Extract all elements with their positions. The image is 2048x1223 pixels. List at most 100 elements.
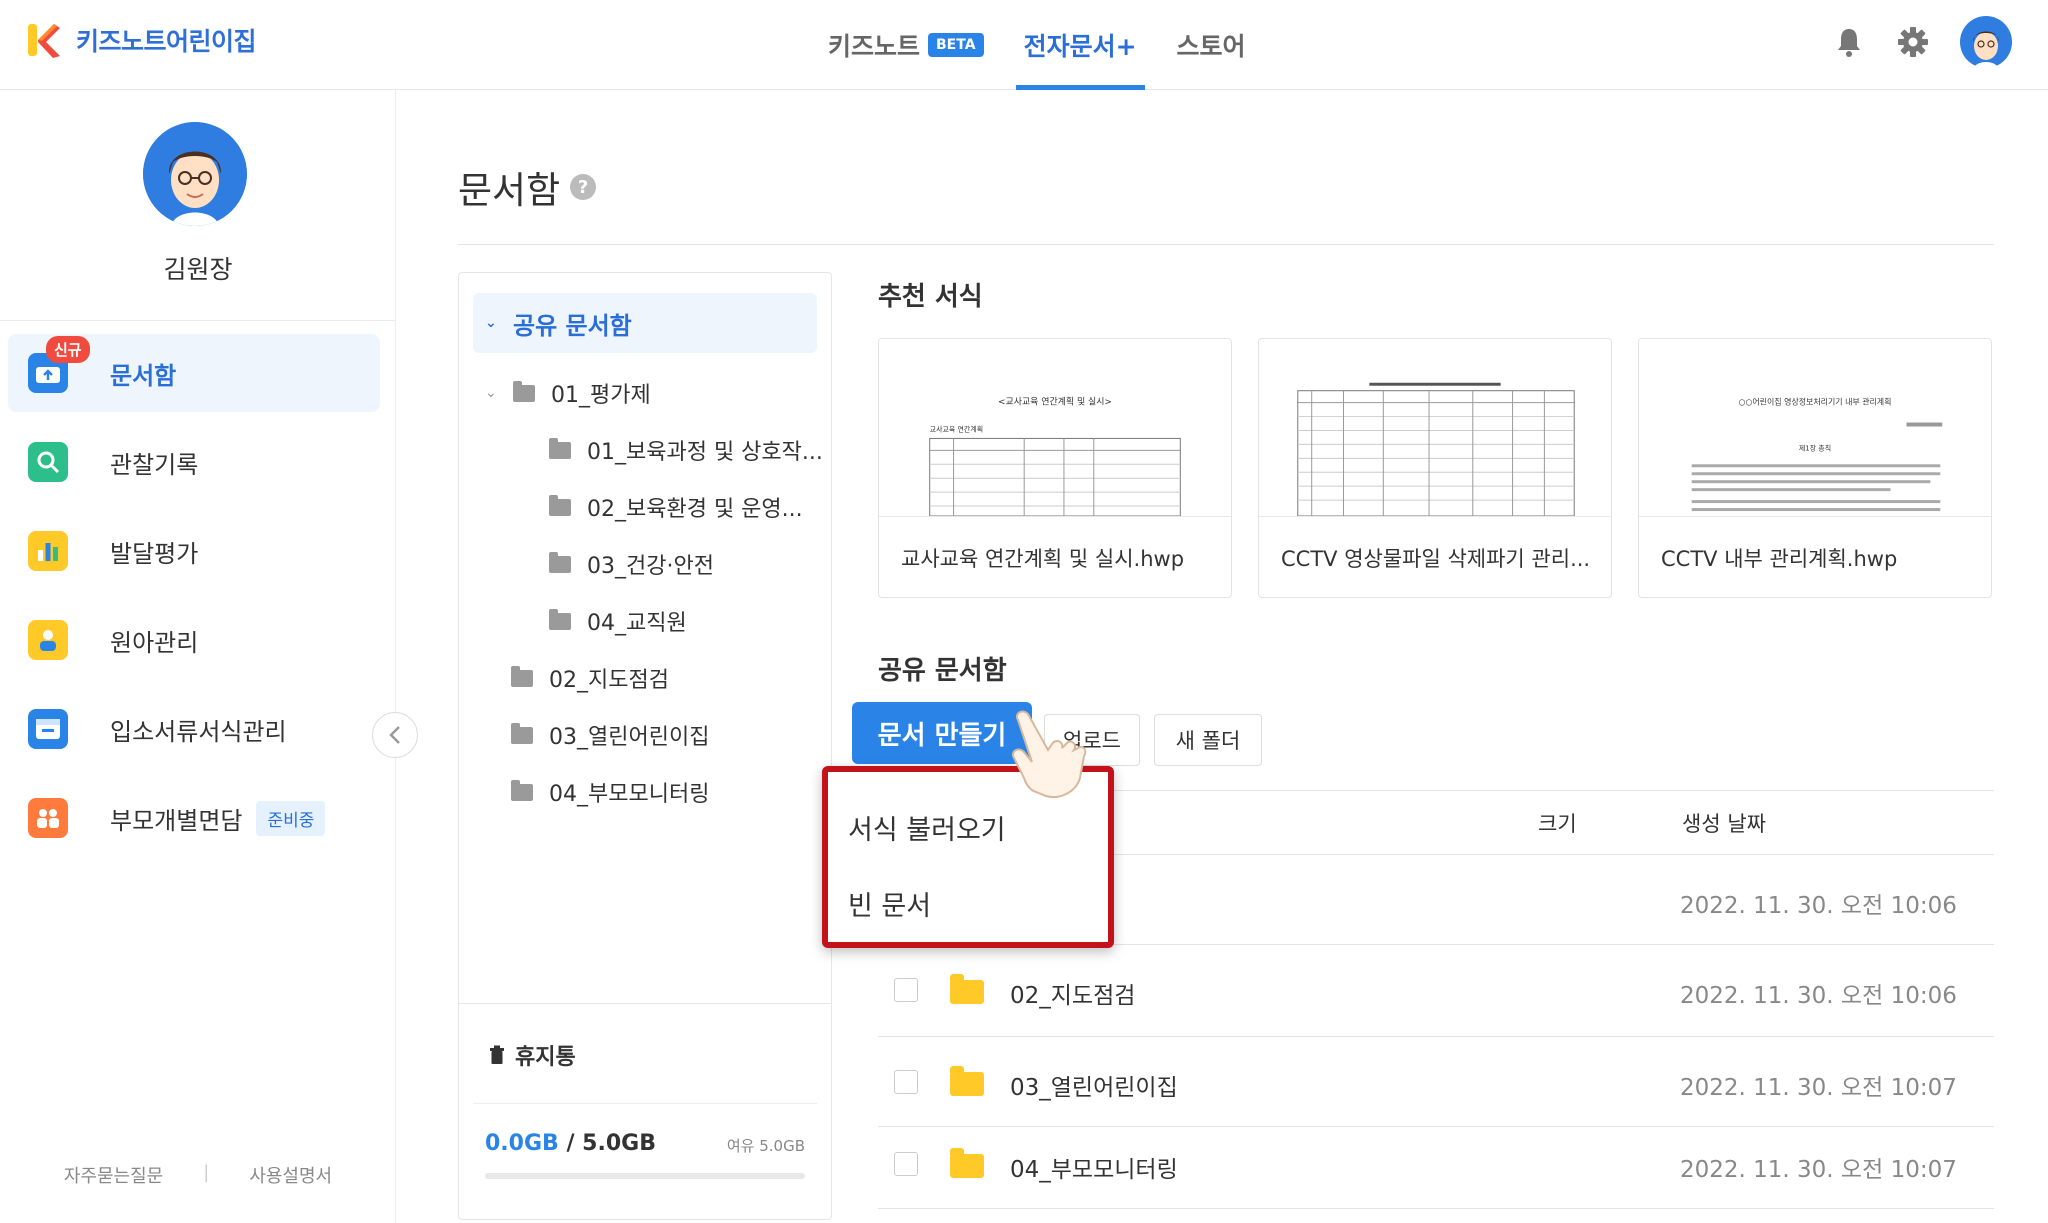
row-checkbox[interactable] <box>894 1152 918 1176</box>
tree-item-evaluation[interactable]: ⌄ 01_평가제 <box>485 377 651 409</box>
footer-separator: | <box>203 1162 210 1183</box>
menu-label-parent-interview: 부모개별면담 <box>110 806 243 835</box>
chevron-left-icon <box>389 726 400 744</box>
menu-label-development: 발달평가 <box>110 539 199 568</box>
menu-label-observation: 관찰기록 <box>110 450 199 479</box>
profile-avatar <box>143 122 247 226</box>
gear-icon[interactable] <box>1896 25 1930 59</box>
template-card-label: CCTV 내부 관리계획.hwp <box>1661 547 1898 571</box>
divider <box>0 320 396 321</box>
trash-item[interactable]: 휴지통 <box>489 1039 576 1071</box>
column-header-size[interactable]: 크기 <box>1538 808 1577 838</box>
row-checkbox[interactable] <box>894 978 918 1002</box>
menu-item-load-template[interactable]: 서식 불러오기 <box>848 808 1006 847</box>
folder-icon <box>950 1066 984 1096</box>
tree-item-label: 03_열린어린이집 <box>549 725 710 750</box>
thumb-title: <교사교육 연간계획 및 실시> <box>998 396 1112 408</box>
menu-item-children[interactable]: 원아관리 <box>8 601 380 679</box>
storage-used: 0.0GB <box>485 1131 559 1156</box>
new-folder-button[interactable]: 새 폴더 <box>1154 714 1262 766</box>
page-title-text: 문서함 <box>458 169 561 212</box>
tree-item-label: 01_평가제 <box>551 383 651 408</box>
chevron-down-icon: ⌄ <box>485 315 497 331</box>
folder-icon <box>950 1148 984 1178</box>
folder-icon <box>549 551 571 573</box>
trash-label: 휴지통 <box>515 1045 576 1070</box>
logo[interactable]: 키즈노트어린이집 <box>26 20 257 60</box>
storage-total: / 5.0GB <box>566 1131 656 1156</box>
row-name[interactable]: 04_부모모니터링 <box>1010 1150 1178 1184</box>
column-header-date[interactable]: 생성 날짜 <box>1682 808 1766 838</box>
thumb-title: ○○어린이집 영상정보처리기기 내부 관리계획 <box>1739 397 1892 407</box>
row-name[interactable]: 03_열린어린이집 <box>1010 1068 1178 1102</box>
header-actions <box>1832 16 2012 68</box>
tree-root-shared[interactable]: ⌄ 공유 문서함 <box>473 293 817 353</box>
tree-item-curriculum[interactable]: 01_보육과정 및 상호작... <box>549 434 823 466</box>
side-menu: 신규 문서함 관찰기록 발달평가 원아관리 입소서류서식관리 부모개별면담 준비… <box>8 334 380 868</box>
thumb-subtitle: 교사교육 연간계획 <box>930 424 983 433</box>
divider <box>878 1208 1994 1209</box>
template-thumbnail <box>1259 339 1611 517</box>
menu-item-parent-interview[interactable]: 부모개별면담 준비중 <box>8 779 380 857</box>
bell-icon[interactable] <box>1832 25 1866 59</box>
manual-link[interactable]: 사용설명서 <box>249 1162 332 1188</box>
recommended-cards: <교사교육 연간계획 및 실시> 교사교육 연간계획 교사교육 연간계획 및 실… <box>878 338 1992 598</box>
template-card[interactable]: CCTV 영상물파일 삭제파기 관리... <box>1258 338 1612 598</box>
top-header: 키즈노트어린이집 키즈노트 BETA 전자문서+ 스토어 <box>0 0 2048 90</box>
nav-edocument[interactable]: 전자문서+ <box>1015 0 1145 90</box>
storage-free: 여유 5.0GB <box>726 1137 805 1155</box>
menu-item-development[interactable]: 발달평가 <box>8 512 380 590</box>
divider <box>473 1103 817 1104</box>
folder-icon <box>549 494 571 516</box>
folder-icon <box>549 437 571 459</box>
menu-item-forms[interactable]: 입소서류서식관리 <box>8 690 380 768</box>
tree-item-label: 02_보육환경 및 운영... <box>587 497 803 522</box>
folder-icon <box>513 380 535 402</box>
divider <box>878 1126 1994 1127</box>
template-card[interactable]: ○○어린이집 영상정보처리기기 내부 관리계획 제1장 총칙 CCTV 내부 관… <box>1638 338 1992 598</box>
folder-icon <box>511 665 533 687</box>
storage-bar <box>485 1173 805 1179</box>
nav-store-label: 스토어 <box>1176 32 1246 61</box>
template-card-label: CCTV 영상물파일 삭제파기 관리... <box>1281 547 1591 571</box>
tree-item-environment[interactable]: 02_보육환경 및 운영... <box>549 491 803 523</box>
children-icon <box>28 620 68 660</box>
faq-link[interactable]: 자주묻는질문 <box>64 1162 163 1188</box>
row-date: 2022. 11. 30. 오전 10:06 <box>1680 893 1957 919</box>
row-name[interactable]: 02_지도점검 <box>1010 976 1135 1010</box>
family-icon <box>28 798 68 838</box>
template-thumbnail: <교사교육 연간계획 및 실시> 교사교육 연간계획 <box>879 339 1231 517</box>
tree-item-open-daycare[interactable]: 03_열린어린이집 <box>511 719 709 751</box>
search-icon <box>28 442 68 482</box>
menu-label-children: 원아관리 <box>110 628 199 657</box>
tree-item-staff[interactable]: 04_교직원 <box>549 605 687 637</box>
menu-item-observation[interactable]: 관찰기록 <box>8 423 380 501</box>
menu-item-documents[interactable]: 신규 문서함 <box>8 334 380 412</box>
kidsnote-logo-icon <box>28 24 60 58</box>
folder-icon <box>511 779 533 801</box>
menu-item-blank-document[interactable]: 빈 문서 <box>848 884 931 923</box>
row-date: 2022. 11. 30. 오전 10:07 <box>1680 1157 1957 1183</box>
sidebar-collapse-button[interactable] <box>372 712 418 758</box>
pointer-hand-icon <box>1012 710 1087 798</box>
beta-badge: BETA <box>928 33 984 57</box>
new-badge: 신규 <box>46 336 90 363</box>
menu-label-forms: 입소서류서식관리 <box>110 717 287 746</box>
user-avatar[interactable] <box>1960 16 2012 68</box>
nav-edocument-label: 전자문서+ <box>1023 32 1137 61</box>
tree-item-health-safety[interactable]: 03_건강·안전 <box>549 548 714 580</box>
template-card[interactable]: <교사교육 연간계획 및 실시> 교사교육 연간계획 교사교육 연간계획 및 실… <box>878 338 1232 598</box>
recommended-title: 추천 서식 <box>878 282 983 312</box>
thumb-subtitle: 제1장 총칙 <box>1799 443 1831 452</box>
template-card-label: 교사교육 연간계획 및 실시.hwp <box>901 547 1185 571</box>
folder-icon <box>511 722 533 744</box>
nav-store[interactable]: 스토어 <box>1169 0 1254 90</box>
nav-kidsnote-label: 키즈노트 <box>828 32 921 61</box>
row-checkbox[interactable] <box>894 1070 918 1094</box>
shared-docs-title: 공유 문서함 <box>878 656 1007 686</box>
tree-item-inspection[interactable]: 02_지도점검 <box>511 662 669 694</box>
help-icon[interactable]: ? <box>570 174 597 200</box>
preparing-badge: 준비중 <box>256 800 326 836</box>
nav-kidsnote[interactable]: 키즈노트 BETA <box>820 0 992 90</box>
tree-item-parent-monitoring[interactable]: 04_부모모니터링 <box>511 776 709 808</box>
